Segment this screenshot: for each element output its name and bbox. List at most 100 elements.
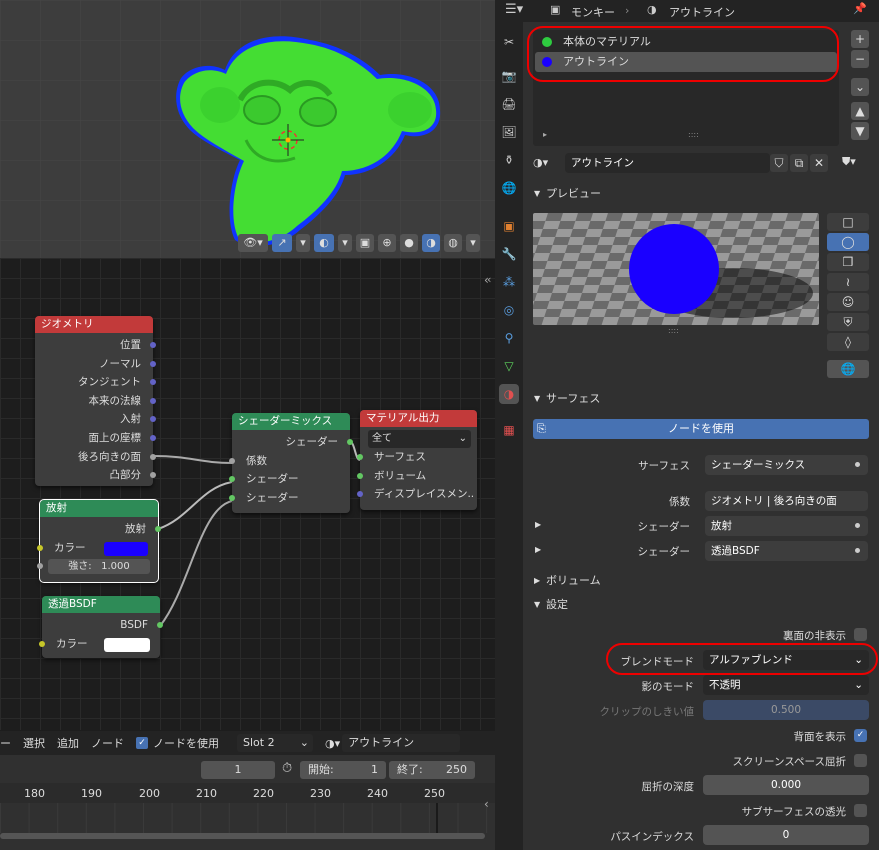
fac-link-field[interactable]: ジオメトリ | 後ろ向きの面 [705,491,868,511]
color-swatch[interactable] [104,541,148,556]
stopwatch-icon[interactable]: ⏱ [282,761,292,776]
texture-tab-icon[interactable]: ▦ [499,420,519,440]
scene-tab-icon[interactable]: ⚱ [499,150,519,170]
material-browse-icon[interactable]: ◑▾ [533,153,563,173]
shader2-field[interactable]: 透過BSDF [705,541,868,561]
preview-panel-header[interactable]: ▼ プレビュー [530,182,870,206]
chevron-left-icon[interactable]: ‹ [487,273,491,286]
chevron-down-icon[interactable]: ▾ [338,234,352,252]
menu-view[interactable]: ー [0,735,11,751]
emission-node[interactable]: 放射 放射 カラー 強さ: 1.000 [37,499,161,583]
timeline[interactable]: 1 ⏱ 開始: 1 終了: 250 180 190 200 210 220 230 … [0,755,495,850]
chevron-left-icon[interactable]: ‹ [484,797,489,811]
chevron-down-icon[interactable]: ▾ [466,234,480,252]
shading-material-icon[interactable]: ◑ [422,234,440,252]
physics-tab-icon[interactable]: ◎ [499,300,519,320]
data-tab-icon[interactable]: ▽ [499,356,519,376]
refraction-depth-field[interactable]: 0.000 [703,775,869,795]
sss-checkbox[interactable] [854,804,867,817]
viewport-canvas[interactable] [0,0,495,258]
expand-arrow-icon[interactable]: ▸ [543,130,547,139]
geometry-node[interactable]: ジオメトリ 位置 ノーマル タンジェント 本来の法線 入射 面上の座標 後ろ向き… [35,316,156,486]
xray-icon[interactable]: ▣ [356,234,374,252]
node-title: マテリアル出力 [360,410,477,427]
node-editor[interactable]: ジオメトリ 位置 ノーマル タンジェント 本来の法線 入射 面上の座標 後ろ向き… [0,258,495,730]
shading-wire-icon[interactable]: ⊕ [378,234,396,252]
eye-icon[interactable]: 👁▾ [238,234,268,252]
strength-field[interactable]: 強さ: 1.000 [37,557,158,576]
timeline-scrollbar[interactable] [0,833,485,839]
material-output-node[interactable]: マテリアル出力 全て ⌄ サーフェス ボリューム ディスプレイスメン.. [357,410,477,510]
surface-panel-header[interactable]: ▼ サーフェス [530,387,870,411]
timeline-track[interactable] [0,803,495,833]
output-tab-icon[interactable]: 🖨 [499,94,519,114]
preview-monkey-icon[interactable]: ☺ [827,293,869,311]
expand-arrow-icon[interactable]: ▶ [535,520,541,529]
resize-grip-icon[interactable]: :::: [668,326,679,335]
move-down-button[interactable]: ▼ [851,122,869,140]
use-nodes-checkbox[interactable]: ✓ ノードを使用 [136,735,219,751]
editor-type-icon[interactable]: ☰▾ [505,2,523,17]
object-tab-icon[interactable]: ▣ [499,216,519,236]
show-backface-checkbox[interactable]: ✓ [854,729,867,742]
mix-shader-node[interactable]: シェーダーミックス シェーダー 係数 シェーダー シェーダー [229,413,353,513]
target-select[interactable]: 全て ⌄ [368,430,471,448]
add-slot-button[interactable]: + [851,30,869,48]
preview-sphere-icon[interactable]: ◯ [827,233,869,251]
duplicate-icon[interactable]: ⧉ [790,154,808,172]
view-layer-tab-icon[interactable]: 🖼 [499,122,519,142]
end-frame-field[interactable]: 終了: 250 [389,761,475,779]
material-browse[interactable]: ◑▾ アウトライン [325,734,461,752]
world-tab-icon[interactable]: 🌐 [499,178,519,198]
resize-grip-icon[interactable]: :::: [688,130,699,139]
backface-culling-checkbox[interactable] [854,628,867,641]
preview-fluid-icon[interactable]: ◊ [827,333,869,351]
menu-node[interactable]: ノード [91,735,124,751]
overlay-icon[interactable]: ◐ [314,234,334,252]
pass-index-field[interactable]: 0 [703,825,869,845]
preview-hair-icon[interactable]: ≀ [827,273,869,291]
shading-rendered-icon[interactable]: ◍ [444,234,462,252]
color-swatch[interactable] [104,637,150,652]
render-tab-icon[interactable]: 📷 [499,66,519,86]
surface-shader-field[interactable]: シェーダーミックス [705,455,868,475]
shader1-field[interactable]: 放射 [705,516,868,536]
menu-add[interactable]: 追加 [57,735,79,751]
current-frame-field[interactable]: 1 [201,761,275,779]
material-name-field[interactable]: アウトライン [565,153,770,173]
menu-select[interactable]: 選択 [23,735,45,751]
slot-select[interactable]: Slot 2 ⌄ [237,734,313,752]
shading-solid-icon[interactable]: ● [400,234,418,252]
slot-menu-button[interactable]: ⌄ [851,78,869,96]
expand-arrow-icon[interactable]: ▶ [535,545,541,554]
constraints-tab-icon[interactable]: ⚲ [499,328,519,348]
world-preview-icon[interactable]: 🌐 [827,360,869,378]
use-nodes-button[interactable]: ⎘ ノードを使用 [533,419,869,439]
material-tab-icon[interactable]: ◑ [499,384,519,404]
preview-flat-icon[interactable]: □ [827,213,869,231]
tool-tab-icon[interactable]: ✂ [499,32,519,52]
preview-cube-icon[interactable]: ❒ [827,253,869,271]
start-frame-field[interactable]: 開始: 1 [300,761,386,779]
chevron-down-icon[interactable]: ▾ [296,234,310,252]
remove-slot-button[interactable]: − [851,50,869,68]
settings-panel-header[interactable]: ▼ 設定 [530,593,870,617]
modifier-tab-icon[interactable]: 🔧 [499,244,519,264]
preview-cloth-icon[interactable]: ⛨ [827,313,869,331]
transparent-bsdf-node[interactable]: 透過BSDF BSDF カラー [39,596,163,658]
material-sphere-icon[interactable]: ◑▾ [325,737,340,750]
3d-viewport[interactable]: 👁▾ ↗ ▾ ◐ ▾ ▣ ⊕ ● ◑ ◍ ▾ [0,0,495,258]
clip-threshold-field[interactable]: 0.500 [703,700,869,720]
particles-tab-icon[interactable]: ⁂ [499,272,519,292]
timeline-ruler[interactable]: 180 190 200 210 220 230 240 250 [0,783,495,803]
move-up-button[interactable]: ▲ [851,102,869,120]
ssr-checkbox[interactable] [854,754,867,767]
pin-icon[interactable]: 📌 [853,2,867,15]
gizmo-icon[interactable]: ↗ [272,234,292,252]
fake-user-icon[interactable]: ⛉ [770,154,788,172]
annotation-circle [527,26,839,82]
shadow-mode-select[interactable]: 不透明 ⌄ [703,675,869,695]
volume-panel-header[interactable]: ▶ ボリューム [530,569,870,593]
unlink-icon[interactable]: ✕ [810,154,828,172]
link-type-icon[interactable]: ⛊▾ [842,155,856,169]
